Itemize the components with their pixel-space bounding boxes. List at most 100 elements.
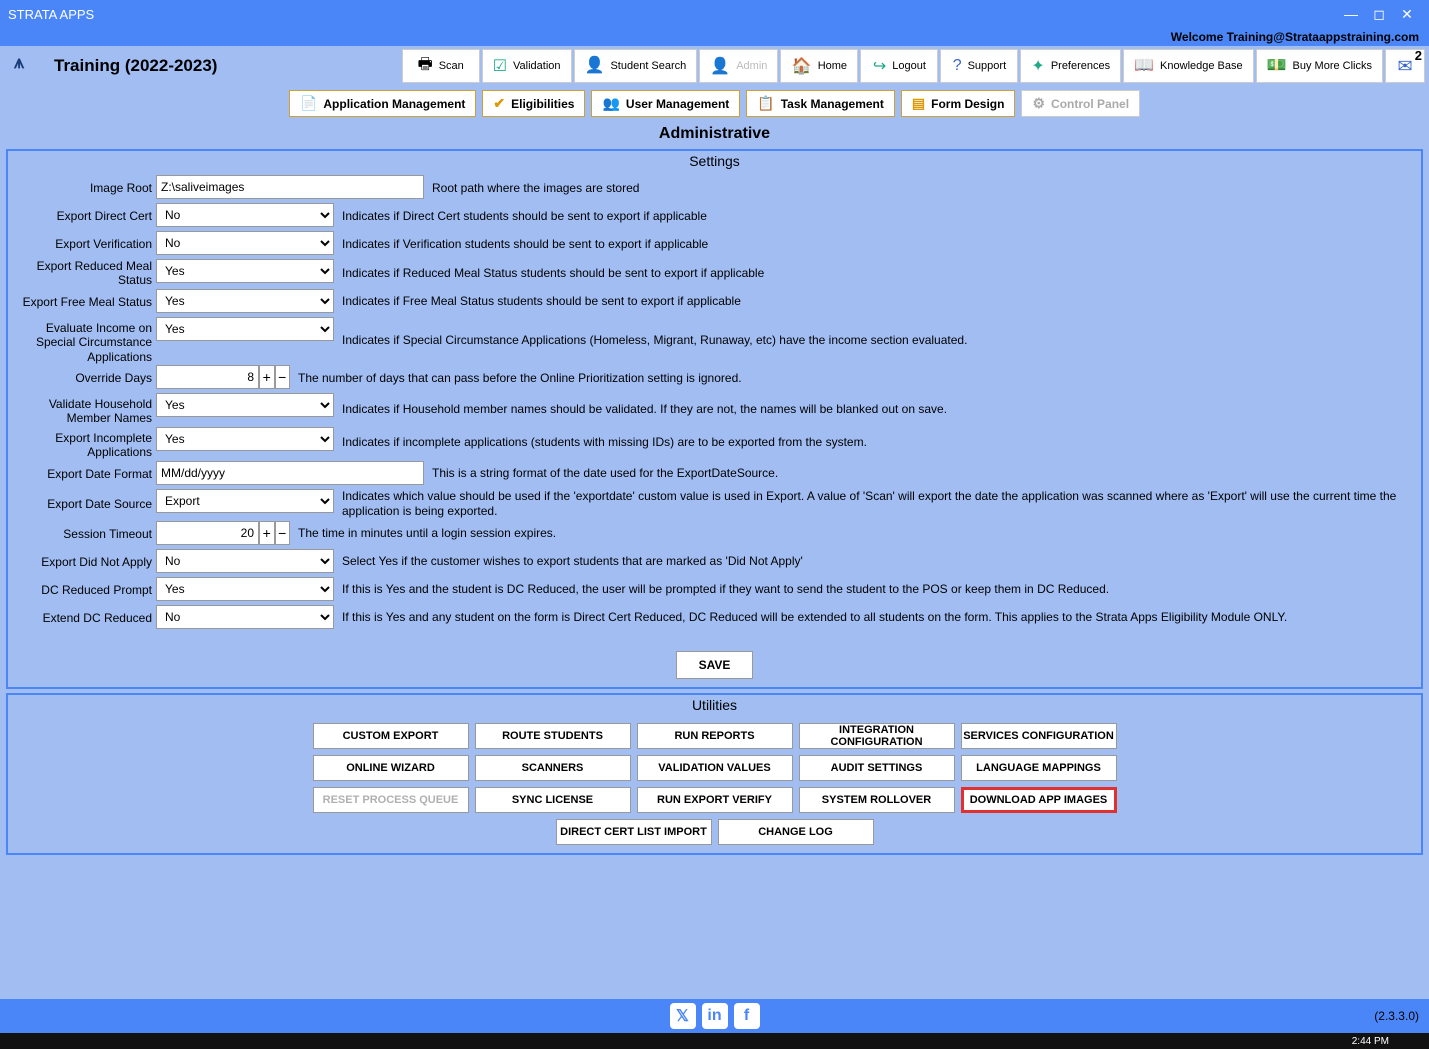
setting-select[interactable]: Yes	[156, 317, 334, 341]
twitter-icon[interactable]: 𝕏	[670, 1003, 696, 1029]
util-services-configuration[interactable]: SERVICES CONFIGURATION	[961, 723, 1117, 749]
setting-desc: Indicates if Verification students shoul…	[334, 237, 1413, 253]
setting-select[interactable]: Yes	[156, 427, 334, 451]
maximize-button[interactable]: ◻	[1365, 6, 1393, 23]
setting-label: Extend DC Reduced	[16, 611, 156, 625]
logout-icon: ↪	[873, 56, 886, 76]
util-download-app-images[interactable]: DOWNLOAD APP IMAGES	[961, 787, 1117, 813]
setting-select[interactable]: Yes	[156, 393, 334, 417]
setting-label: Validate Household Member Names	[16, 393, 156, 426]
gear-icon: ✦	[1031, 56, 1044, 76]
money-icon: 💵	[1267, 57, 1287, 75]
setting-desc: If this is Yes and the student is DC Red…	[334, 582, 1413, 598]
setting-desc: Indicates which value should be used if …	[334, 489, 1413, 520]
subnav-control-panel[interactable]: ⚙Control Panel	[1021, 90, 1140, 117]
facebook-icon[interactable]: f	[734, 1003, 760, 1029]
setting-label: Export Date Source	[16, 497, 156, 511]
util-language-mappings[interactable]: LANGUAGE MAPPINGS	[961, 755, 1117, 781]
nav-preferences[interactable]: ✦Preferences	[1020, 49, 1121, 83]
check-icon: ✔	[493, 95, 505, 112]
setting-select[interactable]: No	[156, 231, 334, 255]
printer-icon: 🖶	[418, 53, 433, 80]
setting-select[interactable]: Yes	[156, 577, 334, 601]
close-button[interactable]: ✕	[1393, 6, 1421, 23]
util-system-rollover[interactable]: SYSTEM ROLLOVER	[799, 787, 955, 813]
util-scanners[interactable]: SCANNERS	[475, 755, 631, 781]
setting-select[interactable]: No	[156, 605, 334, 629]
setting-label: DC Reduced Prompt	[16, 583, 156, 597]
util-online-wizard[interactable]: ONLINE WIZARD	[313, 755, 469, 781]
setting-row: Validate Household Member NamesYesIndica…	[16, 393, 1413, 426]
nav-buy-more[interactable]: 💵Buy More Clicks	[1256, 49, 1383, 83]
util-sync-license[interactable]: SYNC LICENSE	[475, 787, 631, 813]
book-icon: 📖	[1134, 57, 1154, 75]
subnav-form-design[interactable]: ▤Form Design	[901, 90, 1016, 117]
setting-desc: This is a string format of the date used…	[424, 466, 1413, 482]
util-reset-process-queue[interactable]: RESET PROCESS QUEUE	[313, 787, 469, 813]
util-custom-export[interactable]: CUSTOM EXPORT	[313, 723, 469, 749]
setting-number[interactable]	[156, 365, 259, 389]
setting-desc: If this is Yes and any student on the fo…	[334, 610, 1413, 626]
util-run-export-verify[interactable]: RUN EXPORT VERIFY	[637, 787, 793, 813]
setting-select[interactable]: Export	[156, 489, 334, 513]
save-button[interactable]: SAVE	[676, 651, 754, 679]
setting-label: Session Timeout	[16, 527, 156, 541]
subnav-eligibilities[interactable]: ✔Eligibilities	[482, 90, 585, 117]
setting-select[interactable]: Yes	[156, 259, 334, 283]
setting-select[interactable]: No	[156, 203, 334, 227]
nav-student-search[interactable]: 👤Student Search	[574, 49, 698, 83]
nav-mail[interactable]: ✉2	[1385, 49, 1425, 83]
step-down[interactable]: −	[275, 521, 291, 545]
util-validation-values[interactable]: VALIDATION VALUES	[637, 755, 793, 781]
sub-nav: 📄Application Management ✔Eligibilities 👥…	[0, 86, 1429, 123]
setting-label: Export Did Not Apply	[16, 555, 156, 569]
nav-knowledge-base[interactable]: 📖Knowledge Base	[1123, 49, 1253, 83]
setting-number[interactable]	[156, 521, 259, 545]
util-change-log[interactable]: CHANGE LOG	[718, 819, 874, 845]
setting-label: Override Days	[16, 371, 156, 385]
form-icon: ▤	[912, 95, 925, 112]
taskbar-time: 2:44 PM	[1352, 1036, 1389, 1047]
nav-validation[interactable]: ☑Validation	[482, 49, 572, 83]
setting-row: Export Free Meal StatusYesIndicates if F…	[16, 289, 1413, 316]
step-up[interactable]: +	[259, 521, 275, 545]
nav-home[interactable]: 🏠Home	[780, 49, 858, 83]
setting-label: Export Incomplete Applications	[16, 427, 156, 460]
nav-admin[interactable]: 👤Admin	[699, 49, 778, 83]
util-integration-configuration[interactable]: INTEGRATION CONFIGURATION	[799, 723, 955, 749]
setting-input[interactable]	[156, 175, 424, 199]
top-nav: ⩚ Training (2022-2023) 🖶Scan ☑Validation…	[0, 46, 1429, 86]
util-run-reports[interactable]: RUN REPORTS	[637, 723, 793, 749]
util-direct-cert-list-import[interactable]: DIRECT CERT LIST IMPORT	[556, 819, 712, 845]
linkedin-icon[interactable]: in	[702, 1003, 728, 1029]
subnav-task-management[interactable]: 📋Task Management	[746, 90, 895, 117]
setting-desc: Indicates if Special Circumstance Applic…	[334, 333, 1413, 349]
setting-row: Evaluate Income on Special Circumstance …	[16, 317, 1413, 364]
setting-select[interactable]: Yes	[156, 289, 334, 313]
setting-desc: The number of days that can pass before …	[290, 371, 1413, 387]
util-route-students[interactable]: ROUTE STUDENTS	[475, 723, 631, 749]
setting-row: Export Date SourceExportIndicates which …	[16, 489, 1413, 520]
setting-row: Export Direct CertNoIndicates if Direct …	[16, 203, 1413, 230]
nav-support[interactable]: ?Support	[940, 49, 1018, 83]
step-up[interactable]: +	[259, 365, 275, 389]
subnav-user-management[interactable]: 👥User Management	[591, 90, 740, 117]
checklist-icon: ☑	[493, 56, 507, 76]
person-icon: 👤	[585, 57, 605, 75]
welcome-text: Welcome Training@Strataappstraining.com	[1171, 30, 1419, 44]
nav-logout[interactable]: ↪Logout	[860, 49, 938, 83]
setting-label: Export Date Format	[16, 467, 156, 481]
step-down[interactable]: −	[275, 365, 291, 389]
setting-desc: Indicates if Direct Cert students should…	[334, 209, 1413, 225]
minimize-button[interactable]: —	[1337, 6, 1365, 22]
util-audit-settings[interactable]: AUDIT SETTINGS	[799, 755, 955, 781]
question-icon: ?	[953, 57, 962, 75]
setting-select[interactable]: No	[156, 549, 334, 573]
footer-bar: 𝕏 in f (2.3.3.0)	[0, 999, 1429, 1033]
setting-label: Export Reduced Meal Status	[16, 259, 156, 288]
setting-input[interactable]	[156, 461, 424, 485]
settings-panel: Settings Image RootRoot path where the i…	[6, 149, 1423, 689]
subnav-app-management[interactable]: 📄Application Management	[289, 90, 476, 117]
windows-taskbar[interactable]: 2:44 PM	[0, 1033, 1429, 1049]
nav-scan[interactable]: 🖶Scan	[402, 49, 480, 83]
